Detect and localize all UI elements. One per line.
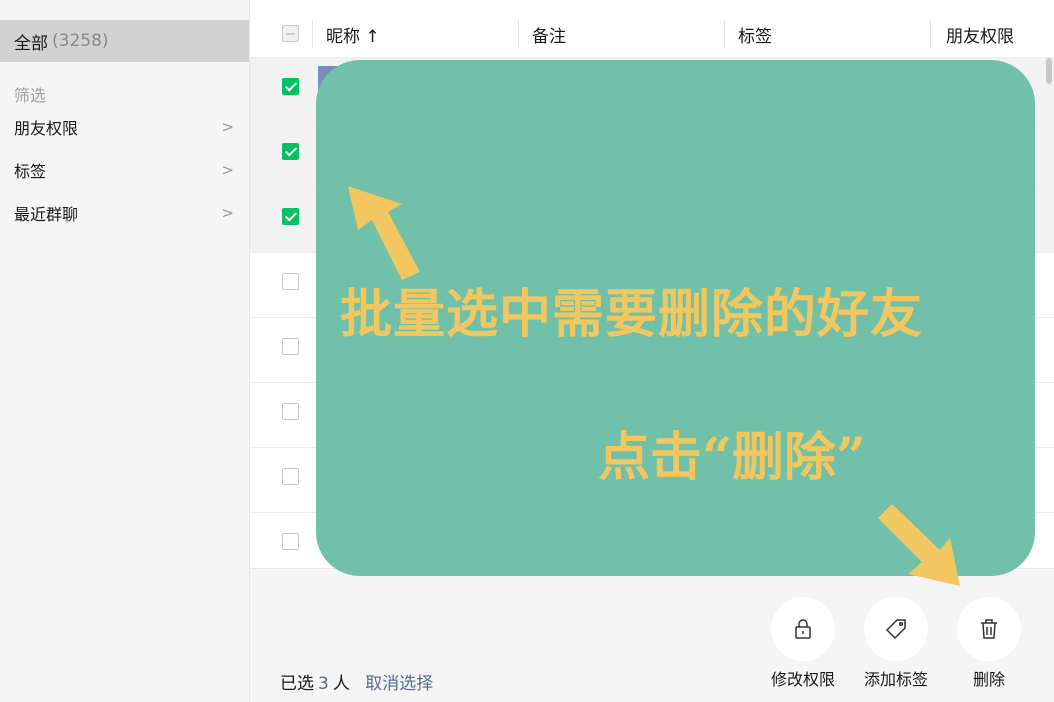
sidebar: 全部 (3258) 筛选 朋友权限 > 标签 > 最近群聊 >: [0, 0, 250, 702]
chevron-right-icon: >: [221, 204, 234, 222]
row-checkbox[interactable]: [282, 273, 299, 290]
sidebar-all-count: (3258): [52, 31, 109, 51]
chevron-right-icon: >: [221, 161, 234, 179]
cancel-selection-link[interactable]: 取消选择: [365, 674, 433, 694]
column-divider: [312, 20, 313, 48]
annotation-line-2: 点击“删除”: [598, 427, 866, 488]
row-checkbox[interactable]: [282, 338, 299, 355]
row-checkbox[interactable]: [282, 78, 299, 95]
lock-icon: [771, 597, 835, 661]
column-header-remark[interactable]: 备注: [532, 22, 566, 47]
delete-label: 删除: [972, 670, 1005, 689]
modify-permission-button[interactable]: 修改权限: [758, 597, 848, 690]
column-divider: [930, 20, 931, 48]
row-checkbox[interactable]: [282, 143, 299, 160]
sidebar-all-label: 全部: [14, 33, 48, 54]
modify-permission-label: 修改权限: [770, 670, 835, 689]
add-tag-button[interactable]: 添加标签: [851, 597, 941, 690]
column-divider: [518, 20, 519, 48]
sidebar-item-all[interactable]: 全部 (3258): [0, 20, 249, 62]
filter-heading: 筛选: [14, 86, 47, 105]
column-header-tags[interactable]: 标签: [738, 22, 772, 47]
row-checkbox[interactable]: [282, 208, 299, 225]
selected-prefix: 已选: [280, 674, 314, 694]
tag-icon: [864, 597, 928, 661]
scrollbar[interactable]: [1046, 58, 1052, 84]
column-divider: [724, 20, 725, 48]
row-checkbox[interactable]: [282, 533, 299, 550]
sidebar-item-recent-groups[interactable]: 最近群聊 >: [14, 200, 234, 226]
table-header: 昵称 ↑ 备注 标签 朋友权限: [250, 0, 1054, 58]
arrow-down-right-icon: [878, 504, 960, 586]
annotation-line-1: 批量选中需要删除的好友: [340, 284, 924, 345]
column-header-nickname[interactable]: 昵称 ↑: [326, 22, 380, 47]
column-header-permission[interactable]: 朋友权限: [946, 22, 1014, 47]
add-tag-label: 添加标签: [863, 670, 928, 689]
select-all-checkbox[interactable]: [282, 25, 299, 42]
selected-suffix: 人: [332, 674, 350, 694]
sidebar-item-label: 最近群聊: [14, 205, 79, 224]
row-checkbox[interactable]: [282, 468, 299, 485]
trash-icon: [957, 597, 1021, 661]
sidebar-item-friend-permission[interactable]: 朋友权限 >: [14, 114, 234, 140]
sidebar-item-tags[interactable]: 标签 >: [14, 157, 234, 183]
chevron-right-icon: >: [221, 118, 234, 136]
selection-info: 已选 3 人 取消选择: [280, 669, 433, 694]
sidebar-item-label: 标签: [14, 162, 47, 181]
selected-count: 3: [318, 674, 329, 694]
sidebar-item-label: 朋友权限: [14, 119, 79, 138]
delete-button[interactable]: 删除: [944, 597, 1034, 690]
row-checkbox[interactable]: [282, 403, 299, 420]
